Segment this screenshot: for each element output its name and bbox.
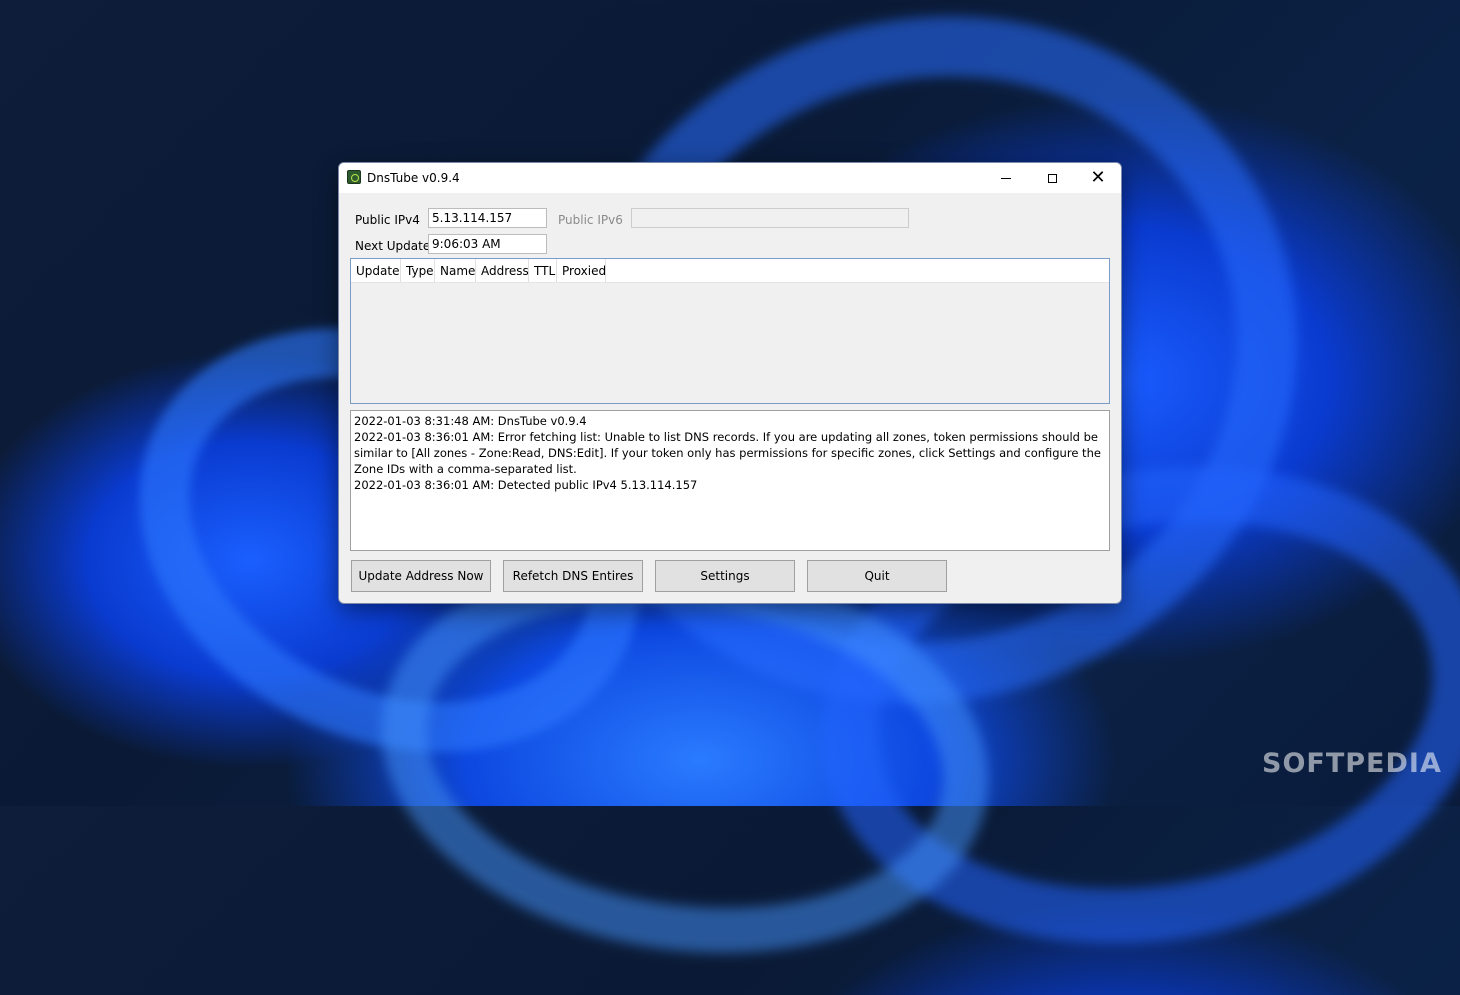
title-bar[interactable]: DnsTube v0.9.4 ✕ bbox=[339, 163, 1121, 193]
next-update-field[interactable] bbox=[428, 234, 547, 254]
close-icon: ✕ bbox=[1090, 167, 1106, 188]
minimize-icon bbox=[1001, 177, 1011, 179]
close-button[interactable]: ✕ bbox=[1075, 163, 1121, 193]
maximize-icon bbox=[1047, 173, 1057, 183]
softpedia-watermark: SOFTPEDIA bbox=[1262, 748, 1442, 779]
quit-button[interactable]: Quit bbox=[807, 560, 947, 592]
public-ipv4-label: Public IPv4 bbox=[355, 213, 420, 227]
minimize-button[interactable] bbox=[983, 163, 1029, 193]
public-ipv6-field[interactable] bbox=[631, 208, 909, 228]
settings-button[interactable]: Settings bbox=[655, 560, 795, 592]
column-header-type[interactable]: Type bbox=[401, 259, 435, 282]
column-header-proxied[interactable]: Proxied bbox=[557, 259, 606, 282]
log-line: 2022-01-03 8:36:01 AM: Detected public I… bbox=[354, 478, 698, 492]
column-header-update[interactable]: Update bbox=[351, 259, 401, 282]
column-header-address[interactable]: Address bbox=[476, 259, 529, 282]
dnstube-window: DnsTube v0.9.4 ✕ Public IPv4 Public IPv6… bbox=[338, 162, 1122, 604]
log-line: 2022-01-03 8:31:48 AM: DnsTube v0.9.4 bbox=[354, 414, 587, 428]
next-update-label: Next Update bbox=[355, 239, 431, 253]
log-line: 2022-01-03 8:36:01 AM: Error fetching li… bbox=[354, 430, 1101, 476]
list-header: Update Type Name Address TTL Proxied bbox=[351, 259, 1109, 283]
update-address-now-button[interactable]: Update Address Now bbox=[351, 560, 491, 592]
refetch-dns-entries-button[interactable]: Refetch DNS Entires bbox=[503, 560, 643, 592]
public-ipv4-field[interactable] bbox=[428, 208, 547, 228]
window-title: DnsTube v0.9.4 bbox=[367, 171, 460, 185]
column-header-ttl[interactable]: TTL bbox=[529, 259, 557, 282]
public-ipv6-label: Public IPv6 bbox=[558, 213, 623, 227]
column-header-name[interactable]: Name bbox=[435, 259, 476, 282]
dns-records-list[interactable]: Update Type Name Address TTL Proxied bbox=[350, 258, 1110, 404]
app-icon bbox=[347, 170, 361, 184]
maximize-button[interactable] bbox=[1029, 163, 1075, 193]
log-output[interactable]: 2022-01-03 8:31:48 AM: DnsTube v0.9.4 20… bbox=[350, 410, 1110, 551]
